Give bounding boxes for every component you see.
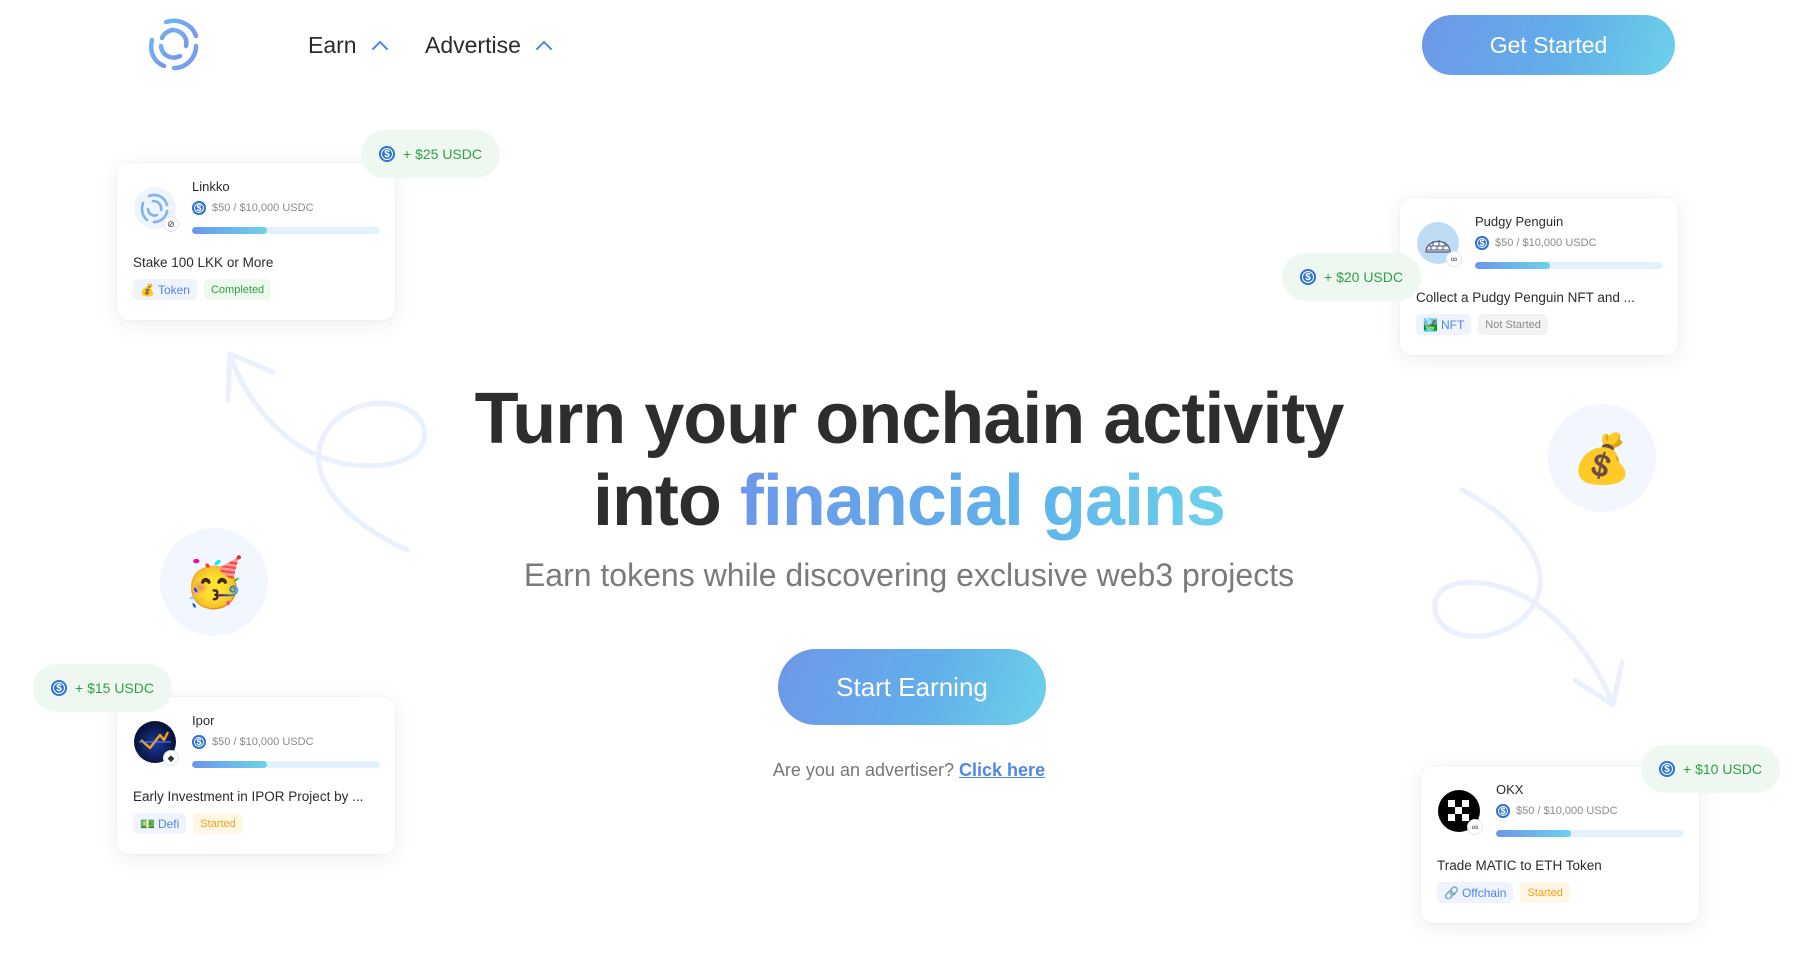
nav-earn[interactable]: Earn	[308, 28, 389, 62]
project-name: OKX	[1496, 782, 1524, 797]
ethereum-icon: ◆	[163, 750, 179, 766]
reward-pool: $ $50 / $10,000 USDC	[1475, 236, 1597, 250]
reward-amount: + $25 USDC	[403, 146, 482, 162]
usdc-icon: $	[379, 146, 395, 162]
quest-task: Stake 100 LKK or More	[133, 255, 274, 270]
project-avatar: ∞	[1438, 790, 1483, 835]
tag-list: 💵 Defi Started	[133, 813, 243, 834]
hero-title-line1: Turn your onchain activity	[474, 379, 1345, 459]
project-avatar: ∞	[1417, 222, 1462, 267]
progress-bar	[192, 227, 380, 234]
category-label: Defi	[157, 816, 180, 831]
nav-advertise-label: Advertise	[425, 31, 521, 58]
reward-pool-amount: $50 / $10,000 USDC	[1495, 237, 1597, 249]
reward-badge: $ + $10 USDC	[1641, 745, 1780, 793]
reward-pool: $ $50 / $10,000 USDC	[192, 201, 314, 215]
usdc-icon: $	[1659, 761, 1675, 777]
get-started-button[interactable]: Get Started	[1422, 15, 1675, 75]
category-label: Token	[157, 282, 190, 297]
tag-list: 🏞️ NFT Not Started	[1416, 314, 1548, 335]
quest-card-ipor[interactable]: ◆ Ipor $ $50 / $10,000 USDC Early Invest…	[117, 697, 395, 854]
progress-bar	[192, 761, 380, 768]
reward-badge: $ + $20 USDC	[1282, 253, 1421, 301]
progress-fill	[1475, 262, 1551, 269]
project-name: Pudgy Penguin	[1475, 214, 1564, 229]
project-avatar: ⊘	[134, 187, 179, 232]
progress-fill	[192, 761, 268, 768]
hero-subtitle: Earn tokens while discovering exclusive …	[523, 557, 1295, 593]
category-tag: 💵 Defi	[133, 813, 187, 834]
reward-amount: + $20 USDC	[1324, 269, 1403, 285]
category-tag: 🔗 Offchain	[1437, 882, 1514, 903]
arrow-head-right-icon	[1572, 659, 1625, 708]
reward-badge: $ + $15 USDC	[33, 664, 172, 712]
chain-link-icon: ∞	[1467, 819, 1483, 835]
reward-pool: $ $50 / $10,000 USDC	[1496, 804, 1618, 818]
dollar-bill-icon: 💵	[140, 816, 155, 831]
reward-pool-amount: $50 / $10,000 USDC	[212, 202, 314, 214]
usdc-icon: $	[1300, 269, 1316, 285]
category-tag: 🏞️ NFT	[1416, 314, 1472, 335]
chain-badge-icon: ⊘	[163, 216, 179, 232]
nav-earn-label: Earn	[308, 31, 357, 58]
reward-badge: $ + $25 USDC	[361, 130, 500, 178]
advertiser-prompt-text: Are you an advertiser?	[772, 760, 955, 780]
quest-card-pudgy-penguin[interactable]: ∞ Pudgy Penguin $ $50 / $10,000 USDC Col…	[1400, 198, 1678, 355]
quest-task: Collect a Pudgy Penguin NFT and ...	[1416, 290, 1635, 305]
money-bag-icon: 💰	[140, 282, 155, 297]
chevron-up-icon	[535, 40, 552, 50]
reward-amount: + $10 USDC	[1683, 761, 1762, 777]
hero-title-highlight: financial gains	[739, 461, 1226, 541]
usdc-icon: $	[1496, 804, 1510, 818]
project-name: Ipor	[192, 713, 215, 728]
progress-fill	[1496, 830, 1572, 837]
link-icon: 🔗	[1444, 885, 1459, 900]
nav-advertise[interactable]: Advertise	[425, 28, 553, 62]
tag-list: 💰 Token Completed	[133, 279, 272, 300]
status-badge: Started	[1520, 882, 1570, 903]
advertiser-click-here-link[interactable]: Click here	[959, 760, 1045, 780]
status-badge: Completed	[203, 279, 272, 300]
usdc-icon: $	[1475, 236, 1489, 250]
tag-list: 🔗 Offchain Started	[1437, 882, 1570, 903]
category-label: Offchain	[1461, 885, 1507, 900]
reward-pool: $ $50 / $10,000 USDC	[192, 735, 314, 749]
category-tag: 💰 Token	[133, 279, 197, 300]
start-earning-button[interactable]: Start Earning	[778, 649, 1046, 725]
usdc-icon: $	[51, 680, 67, 696]
project-avatar: ◆	[134, 721, 179, 766]
status-badge: Started	[193, 813, 243, 834]
progress-fill	[192, 227, 268, 234]
reward-amount: + $15 USDC	[75, 680, 154, 696]
reward-pool-amount: $50 / $10,000 USDC	[1516, 805, 1618, 817]
quest-task: Early Investment in IPOR Project by ...	[133, 789, 364, 804]
chain-link-icon: ∞	[1446, 251, 1462, 267]
hero-title-plain: into	[592, 461, 722, 541]
landscape-icon: 🏞️	[1423, 317, 1438, 332]
progress-bar	[1496, 830, 1684, 837]
status-badge: Not Started	[1478, 314, 1548, 335]
category-label: NFT	[1440, 317, 1465, 332]
usdc-icon: $	[192, 735, 206, 749]
project-name: Linkko	[192, 179, 230, 194]
swirl-logo-icon[interactable]	[146, 16, 202, 72]
chevron-up-icon	[371, 40, 388, 50]
progress-bar	[1475, 262, 1663, 269]
quest-card-linkko[interactable]: ⊘ Linkko $ $50 / $10,000 USDC Stake 100 …	[117, 163, 395, 320]
quest-task: Trade MATIC to ETH Token	[1437, 858, 1602, 873]
usdc-icon: $	[192, 201, 206, 215]
hero-title-line2: into financial gains	[0, 460, 1818, 542]
reward-pool-amount: $50 / $10,000 USDC	[212, 736, 314, 748]
